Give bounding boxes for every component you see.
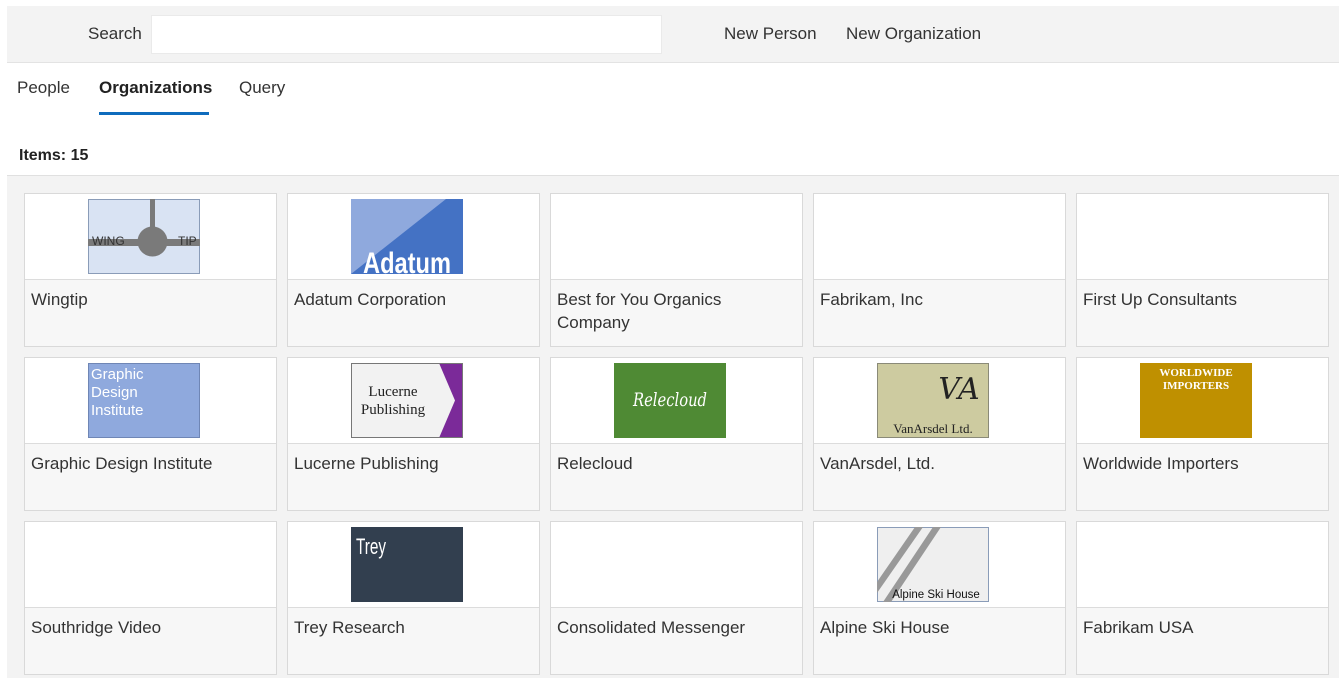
organization-name: Lucerne Publishing	[294, 454, 439, 473]
worldwide-logo-line1: WORLDWIDE	[1159, 367, 1232, 379]
card-image-area: Graphic Design Institute	[25, 358, 276, 444]
organization-card[interactable]: Fabrikam USA	[1076, 521, 1329, 675]
trey-logo-text: Trey	[356, 534, 386, 559]
organization-name: Best for You Organics Company	[557, 290, 722, 332]
card-image-area: Trey	[288, 522, 539, 608]
organization-card[interactable]: Graphic Design Institute Graphic Design …	[24, 357, 277, 511]
organization-card[interactable]: Relecloud Relecloud	[550, 357, 803, 511]
vanarsdel-logo-monogram: VA	[938, 372, 979, 407]
card-image-area: Lucerne Publishing	[288, 358, 539, 444]
organization-card[interactable]: Consolidated Messenger	[550, 521, 803, 675]
organization-card[interactable]: Adatum Adatum Corporation	[287, 193, 540, 347]
organization-name: Wingtip	[31, 290, 88, 309]
organization-name: Consolidated Messenger	[557, 618, 746, 637]
worldwide-importers-logo: WORLDWIDE IMPORTERS	[1140, 363, 1252, 438]
search-label: Search	[88, 24, 142, 43]
card-image-area: Relecloud	[551, 358, 802, 444]
organization-name: VanArsdel, Ltd.	[820, 454, 935, 473]
alpine-logo-text: Alpine Ski House	[892, 589, 980, 601]
organization-card[interactable]: First Up Consultants	[1076, 193, 1329, 347]
organization-card[interactable]: WORLDWIDE IMPORTERS Worldwide Importers	[1076, 357, 1329, 511]
lucerne-logo-line2: Publishing	[361, 402, 426, 418]
organization-name: Worldwide Importers	[1083, 454, 1239, 473]
items-count: Items: 15	[19, 147, 89, 164]
search-input[interactable]	[151, 15, 662, 54]
worldwide-logo-line2: IMPORTERS	[1163, 380, 1229, 392]
card-image-area	[551, 522, 802, 608]
card-image-area	[25, 522, 276, 608]
relecloud-logo: Relecloud	[614, 363, 726, 438]
tab-query[interactable]: Query	[239, 78, 285, 98]
organization-card[interactable]: Alpine Ski House Alpine Ski House	[813, 521, 1066, 675]
card-image-area	[551, 194, 802, 280]
organization-card[interactable]: Lucerne Publishing Lucerne Publishing	[287, 357, 540, 511]
organization-name: Alpine Ski House	[820, 618, 950, 637]
command-bar: Search New Person New Organization	[7, 6, 1339, 63]
tab-people[interactable]: People	[17, 78, 70, 98]
new-organization-button[interactable]: New Organization	[846, 24, 981, 44]
organization-card[interactable]: Fabrikam, Inc	[813, 193, 1066, 347]
graphic-design-institute-logo: Graphic Design Institute	[88, 363, 200, 438]
organization-name: Relecloud	[557, 454, 633, 473]
organization-card[interactable]: WING TIP Wingtip	[24, 193, 277, 347]
adatum-logo: Adatum	[351, 199, 463, 274]
wingtip-logo: WING TIP	[88, 199, 200, 274]
organization-name: Fabrikam, Inc	[820, 290, 923, 309]
relecloud-logo-text: Relecloud	[632, 389, 707, 411]
organization-card[interactable]: Best for You Organics Company	[550, 193, 803, 347]
lucerne-logo-line1: Lucerne	[368, 384, 417, 400]
gdi-logo-line1: Graphic	[91, 366, 144, 383]
organization-name: Graphic Design Institute	[31, 454, 213, 473]
card-image-area: WING TIP	[25, 194, 276, 280]
lucerne-publishing-logo: Lucerne Publishing	[351, 363, 463, 438]
card-image-area: VA VanArsdel Ltd.	[814, 358, 1065, 444]
organization-card[interactable]: VA VanArsdel Ltd. VanArsdel, Ltd.	[813, 357, 1066, 511]
card-image-area: Adatum	[288, 194, 539, 280]
card-image-area	[1077, 522, 1328, 608]
tab-organizations[interactable]: Organizations	[99, 78, 212, 98]
organization-name: Fabrikam USA	[1083, 618, 1194, 637]
organization-card[interactable]: Trey Trey Research	[287, 521, 540, 675]
new-person-button[interactable]: New Person	[724, 24, 817, 44]
alpine-ski-house-logo: Alpine Ski House	[877, 527, 989, 602]
organization-name: Trey Research	[294, 618, 405, 637]
gdi-logo-line3: Institute	[91, 402, 144, 419]
wingtip-logo-text-left: WING	[92, 234, 125, 248]
organization-gallery: WING TIP Wingtip Adatum Adatum Corporati…	[7, 175, 1339, 678]
wingtip-logo-text-right: TIP	[178, 234, 197, 248]
active-tab-indicator	[99, 112, 209, 115]
vanarsdel-logo-text: VanArsdel Ltd.	[893, 421, 972, 436]
card-image-area: Alpine Ski House	[814, 522, 1065, 608]
organization-card[interactable]: Southridge Video	[24, 521, 277, 675]
card-image-area: WORLDWIDE IMPORTERS	[1077, 358, 1328, 444]
adatum-logo-text: Adatum	[363, 247, 451, 274]
vanarsdel-logo: VA VanArsdel Ltd.	[877, 363, 989, 438]
card-image-area	[1077, 194, 1328, 280]
trey-research-logo: Trey	[351, 527, 463, 602]
organization-name: Adatum Corporation	[294, 290, 447, 309]
organization-name: First Up Consultants	[1083, 290, 1237, 309]
organization-name: Southridge Video	[31, 618, 162, 637]
gdi-logo-line2: Design	[91, 384, 138, 401]
card-image-area	[814, 194, 1065, 280]
